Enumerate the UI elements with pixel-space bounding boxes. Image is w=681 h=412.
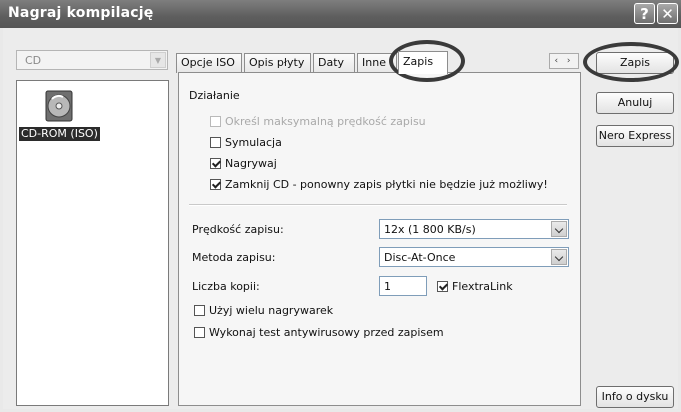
finalize-cd-checkbox[interactable]: Zamknij CD - ponowny zapis płytki nie bę… — [210, 178, 548, 191]
checkbox-box — [437, 281, 448, 292]
close-button[interactable]: ✕ — [657, 3, 678, 24]
copies-label: Liczba kopii: — [192, 280, 260, 293]
help-button[interactable]: ? — [634, 3, 655, 24]
cancel-button[interactable]: Anuluj — [596, 92, 674, 114]
max-speed-checkbox[interactable]: Określ maksymalną prędkość zapisu — [210, 115, 426, 128]
tab-misc[interactable]: Inne — [357, 53, 397, 73]
title-bar: Nagraj kompilację ? ✕ — [0, 0, 681, 28]
simulation-checkbox[interactable]: Symulacja — [210, 136, 282, 149]
chevron-down-icon — [551, 249, 567, 265]
burn-compilation-dialog: Nagraj kompilację ? ✕ CD ▼ CD-ROM (ISO) … — [0, 0, 681, 412]
checkbox-box — [210, 158, 221, 169]
checkbox-box — [210, 116, 221, 127]
tab-burn[interactable]: Zapis — [398, 51, 448, 74]
compilation-list: CD-ROM (ISO) — [16, 80, 169, 406]
write-method-select[interactable]: Disc-At-Once — [379, 247, 569, 267]
nero-express-button[interactable]: Nero Express — [596, 125, 674, 147]
write-method-value: Disc-At-Once — [384, 251, 456, 264]
flextralink-checkbox[interactable]: FlextraLink — [437, 280, 513, 293]
max-speed-label: Określ maksymalną prędkość zapisu — [225, 115, 426, 128]
write-speed-value: 12x (1 800 KB/s) — [384, 223, 476, 236]
tab-iso-options[interactable]: Opcje ISO — [176, 53, 242, 73]
write-speed-label: Prędkość zapisu: — [192, 223, 284, 236]
copies-input[interactable]: 1 — [379, 276, 427, 296]
disc-type-select[interactable]: CD ▼ — [16, 50, 168, 70]
write-speed-select[interactable]: 12x (1 800 KB/s) — [379, 219, 569, 239]
flextralink-label: FlextraLink — [452, 280, 513, 293]
compilation-item-cd-rom-iso[interactable]: CD-ROM (ISO) — [19, 127, 100, 141]
disc-info-button[interactable]: Info o dysku — [596, 386, 674, 408]
write-checkbox[interactable]: Nagrywaj — [210, 157, 277, 170]
finalize-cd-label: Zamknij CD - ponowny zapis płytki nie bę… — [225, 178, 548, 191]
chevron-down-icon: ▼ — [150, 52, 166, 68]
multi-recorder-label: Użyj wielu nagrywarek — [209, 304, 334, 317]
section-divider — [189, 204, 567, 206]
burn-button[interactable]: Zapis — [596, 52, 674, 74]
disc-type-value: CD — [25, 54, 42, 67]
antivirus-label: Wykonaj test antywirusowy przed zapisem — [209, 326, 444, 339]
window-title: Nagraj kompilację — [8, 5, 154, 21]
cd-rom-icon — [45, 90, 73, 122]
checkbox-box — [194, 327, 205, 338]
write-method-label: Metoda zapisu: — [192, 251, 276, 264]
action-heading: Działanie — [189, 89, 240, 102]
chevron-down-icon — [551, 221, 567, 237]
simulation-label: Symulacja — [225, 136, 282, 149]
checkbox-box — [210, 137, 221, 148]
write-label: Nagrywaj — [225, 157, 277, 170]
tab-disc-label[interactable]: Opis płyty — [244, 53, 311, 73]
copies-value: 1 — [384, 280, 391, 293]
tab-scroll-arrows[interactable]: ‹ › — [549, 53, 579, 69]
checkbox-box — [194, 305, 205, 316]
antivirus-checkbox[interactable]: Wykonaj test antywirusowy przed zapisem — [194, 326, 444, 339]
multi-recorder-checkbox[interactable]: Użyj wielu nagrywarek — [194, 304, 333, 317]
checkbox-box — [210, 179, 221, 190]
tab-dates[interactable]: Daty — [313, 53, 355, 73]
